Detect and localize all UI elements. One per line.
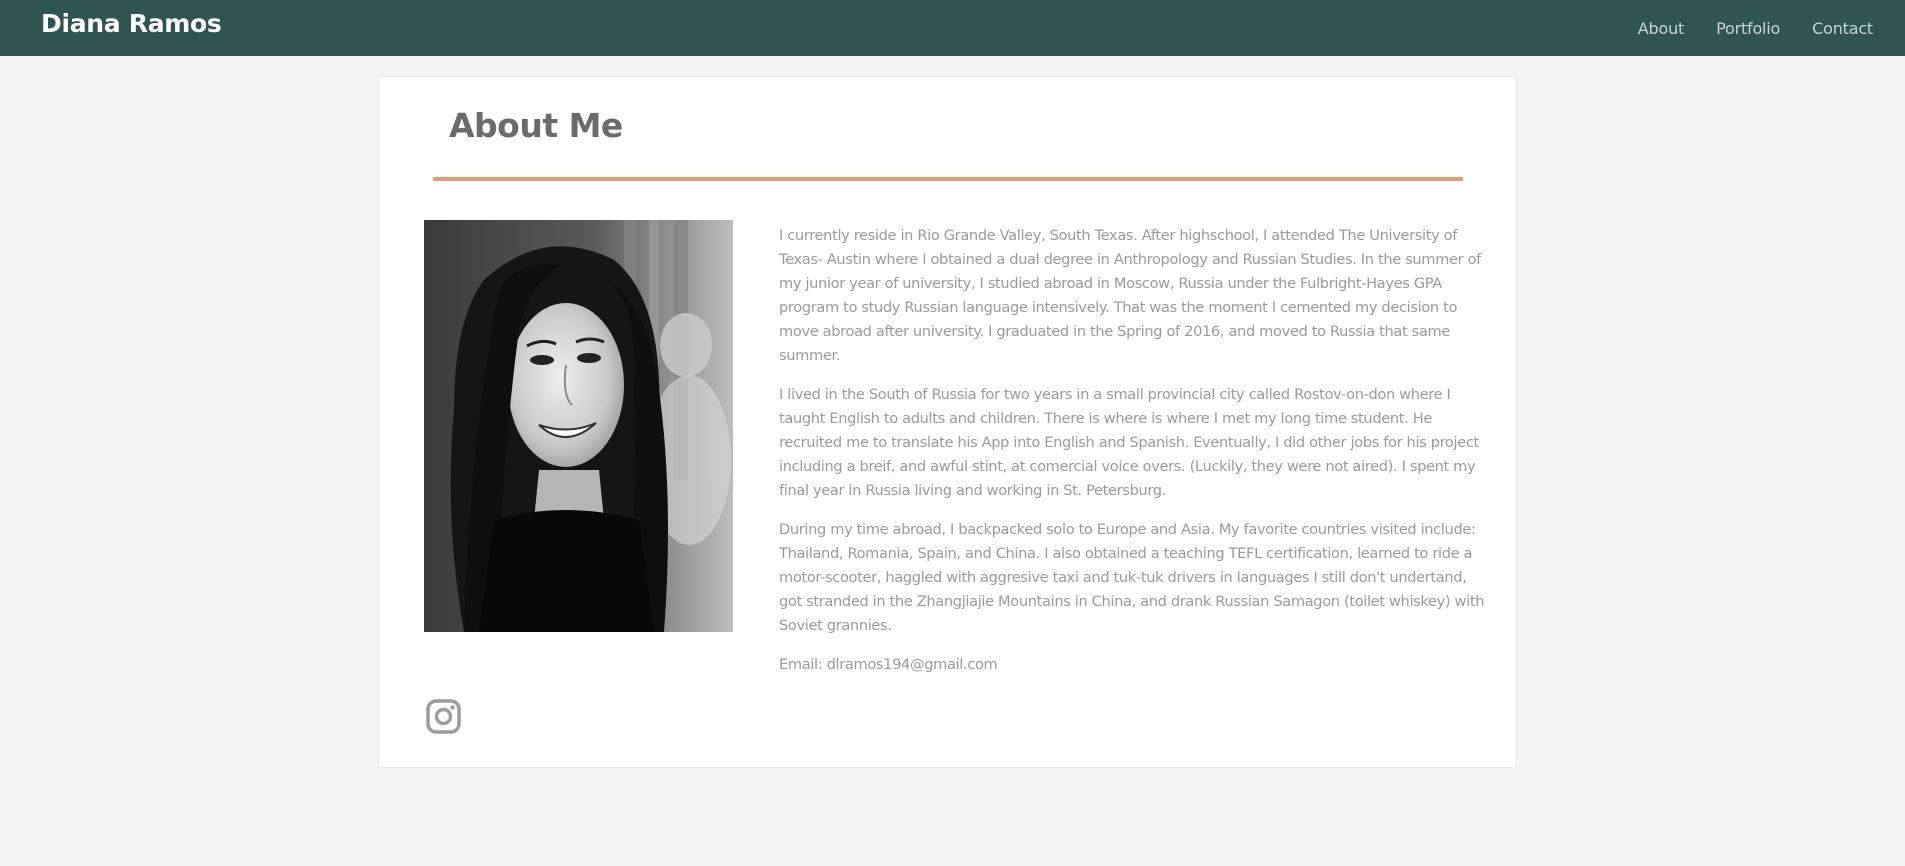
- instagram-icon[interactable]: [425, 698, 462, 735]
- bio-paragraph-2: I lived in the South of Russia for two y…: [779, 386, 1479, 499]
- nav-links: About Portfolio Contact: [1638, 0, 1905, 56]
- nav-link-contact[interactable]: Contact: [1812, 19, 1873, 38]
- about-text: I currently reside in Rio Grande Valley,…: [779, 224, 1485, 677]
- nav-link-about[interactable]: About: [1638, 19, 1685, 38]
- page-title: About Me: [449, 106, 623, 145]
- email-text: Email: dlramos194@gmail.com: [779, 656, 998, 673]
- heading-divider: [433, 177, 1463, 181]
- about-card: About Me I currently reside in Rio Grand…: [378, 76, 1517, 768]
- portrait-photo: [424, 220, 733, 632]
- navbar: Diana Ramos About Portfolio Contact: [0, 0, 1905, 56]
- nav-link-portfolio[interactable]: Portfolio: [1716, 19, 1780, 38]
- bio-paragraph-1: I currently reside in Rio Grande Valley,…: [779, 227, 1481, 364]
- bio-paragraph-3: During my time abroad, I backpacked solo…: [779, 521, 1485, 634]
- brand-name-link[interactable]: Diana Ramos: [41, 9, 222, 38]
